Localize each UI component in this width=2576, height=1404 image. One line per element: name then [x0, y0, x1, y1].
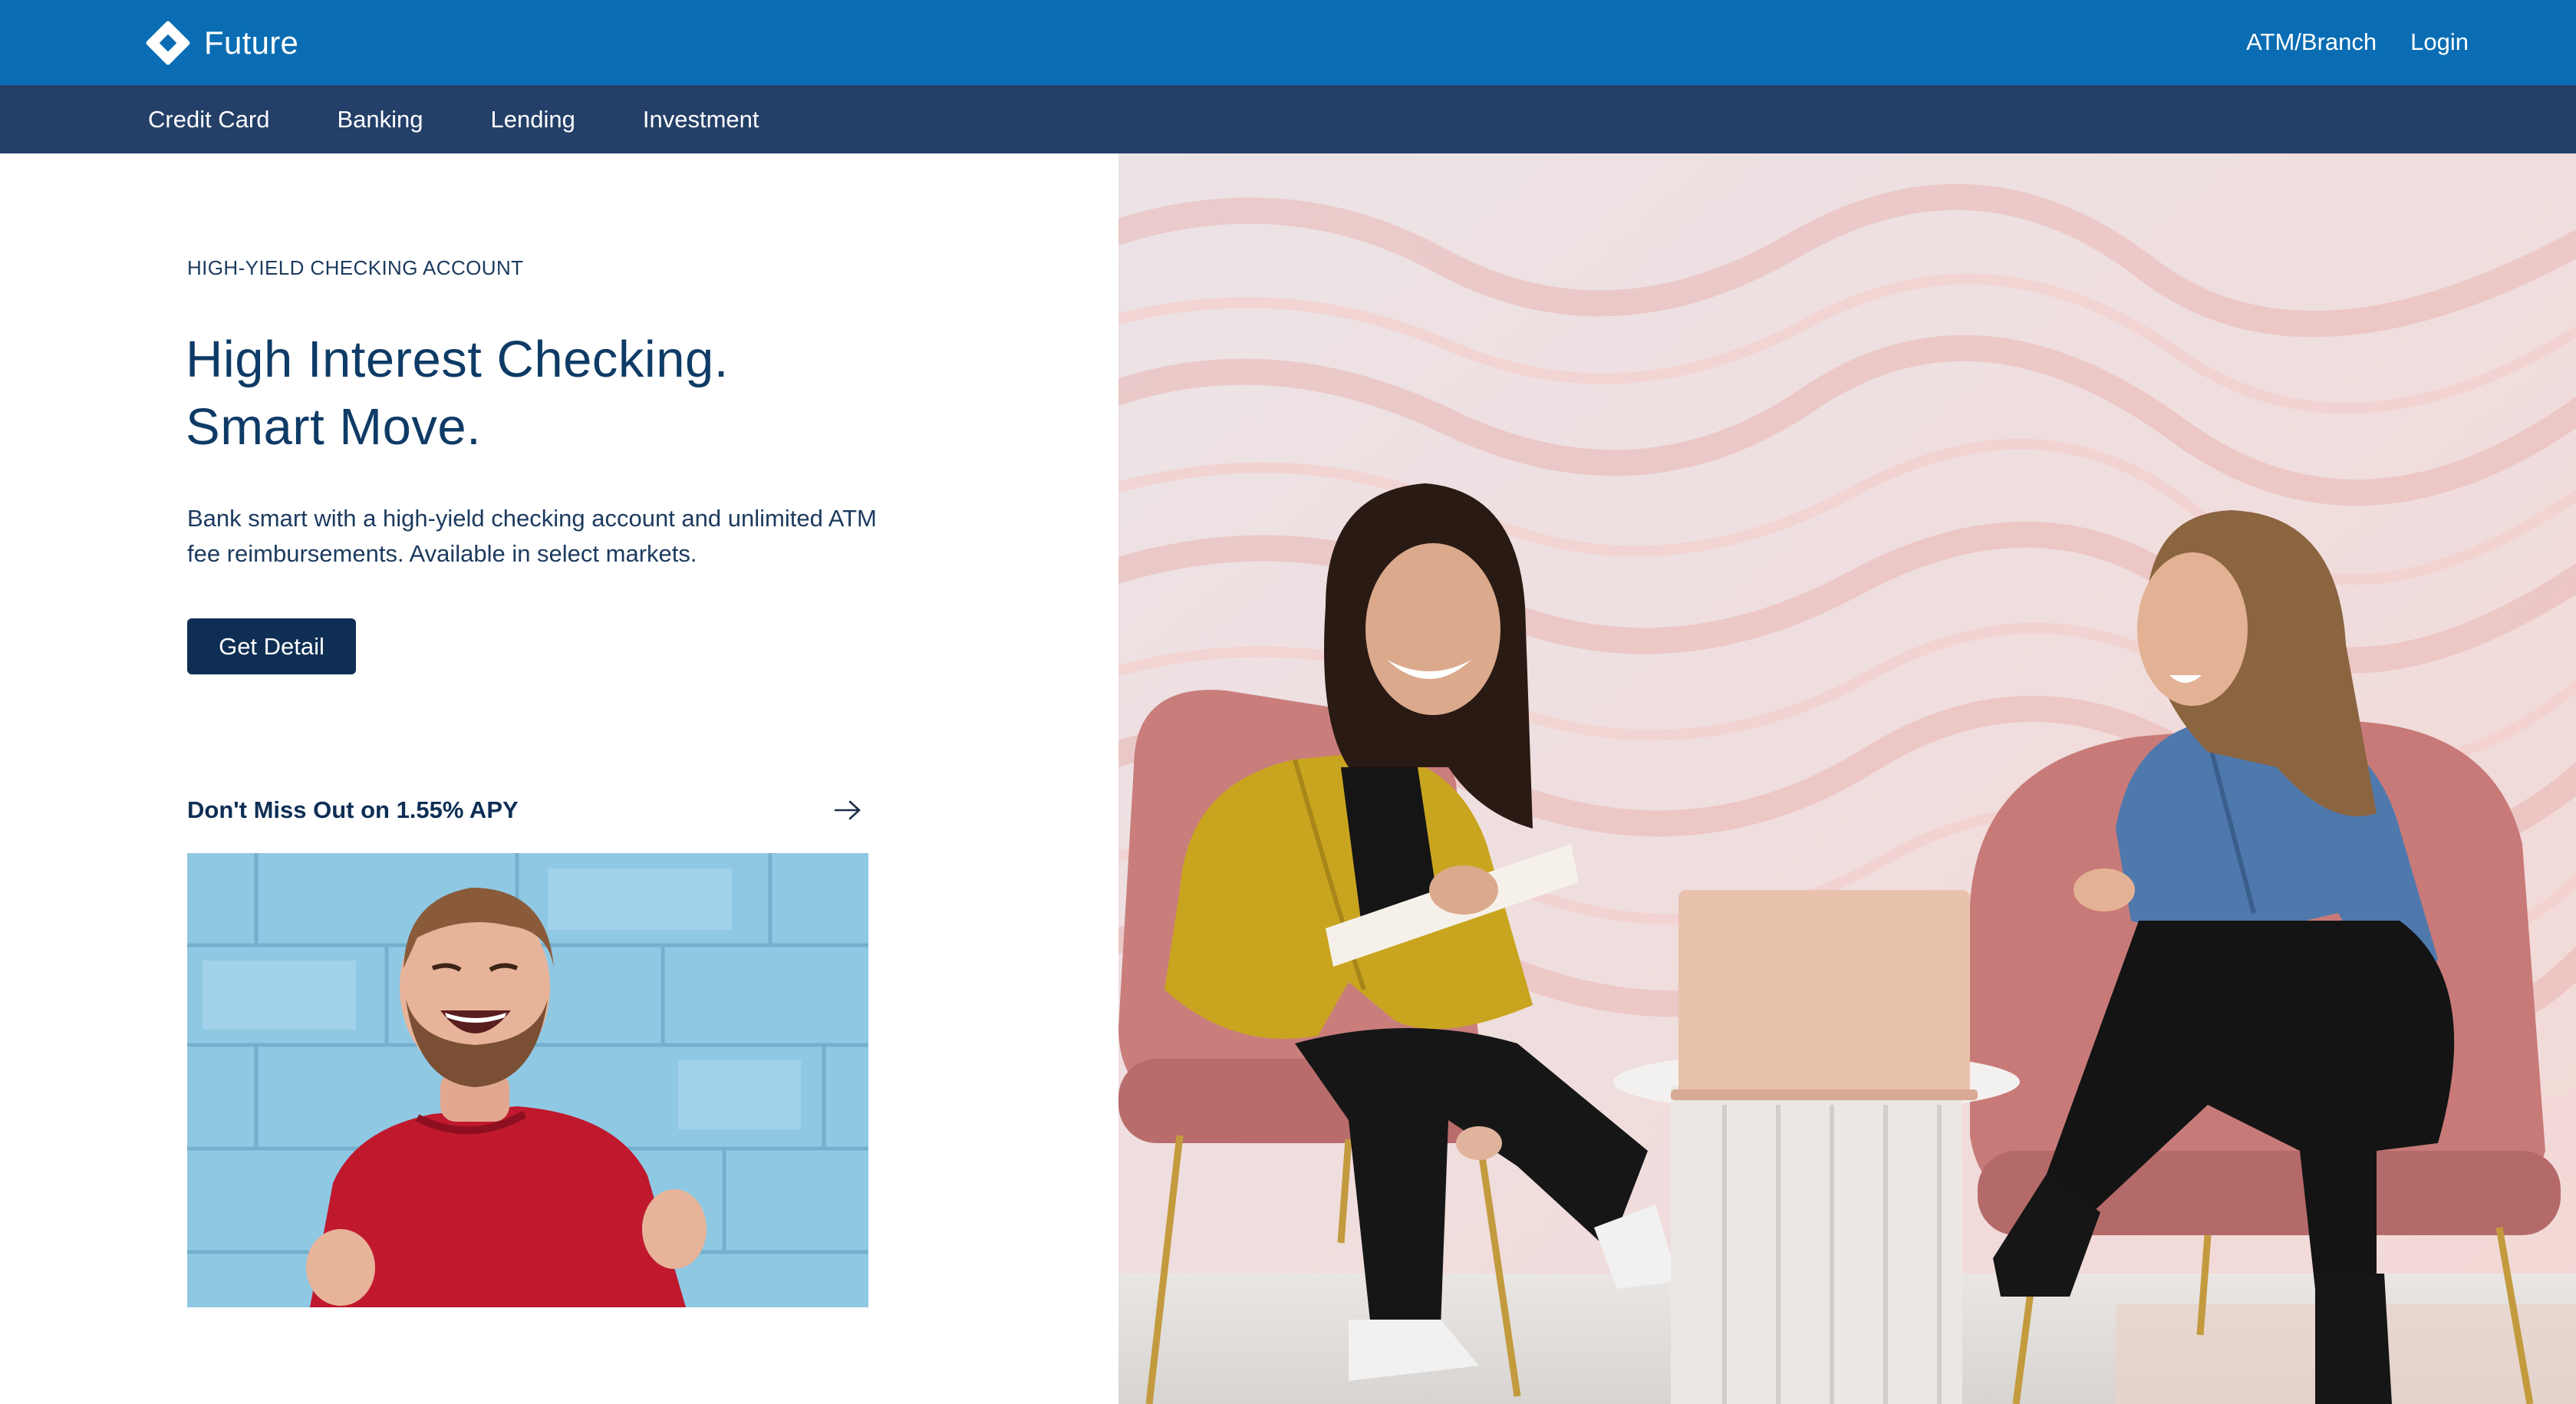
promo-title: Don't Miss Out on 1.55% APY	[187, 796, 519, 823]
hero-headline-line-2: Smart Move.	[186, 398, 482, 456]
hero-description-line-1: Bank smart with a high-yield checking ac…	[187, 505, 877, 532]
nav-item-banking[interactable]: Banking	[338, 106, 423, 133]
hero-image-two-women-meeting	[1118, 153, 2576, 1404]
diamond-logo-icon	[145, 20, 191, 66]
nav-item-lending[interactable]: Lending	[491, 106, 575, 133]
get-detail-button[interactable]: Get Detail	[187, 618, 356, 674]
hero-eyebrow: HIGH-YIELD CHECKING ACCOUNT	[187, 256, 524, 279]
promo-image-excited-man	[187, 853, 868, 1307]
promo-link[interactable]: Don't Miss Out on 1.55% APY	[187, 793, 862, 827]
top-links: ATM/Branch Login	[2246, 23, 2469, 61]
hero-description-line-2: fee reimbursements. Available in select …	[187, 540, 697, 567]
hero-content: HIGH-YIELD CHECKING ACCOUNT High Interes…	[0, 153, 1118, 1404]
main-nav: Credit Card Banking Lending Investment	[0, 85, 2576, 153]
hero-headline: High Interest Checking. Smart Move.	[186, 326, 729, 461]
nav-item-investment[interactable]: Investment	[643, 106, 759, 133]
arrow-right-icon	[834, 800, 861, 820]
login-link[interactable]: Login	[2410, 23, 2469, 61]
hero-headline-line-1: High Interest Checking.	[186, 331, 729, 388]
nav-item-credit-card[interactable]: Credit Card	[148, 106, 270, 133]
top-header: Future ATM/Branch Login	[0, 0, 2576, 85]
brand-home-link[interactable]: Future	[145, 20, 299, 66]
atm-branch-link[interactable]: ATM/Branch	[2246, 23, 2377, 61]
brand-name: Future	[204, 25, 299, 61]
hero-description: Bank smart with a high-yield checking ac…	[187, 501, 954, 572]
